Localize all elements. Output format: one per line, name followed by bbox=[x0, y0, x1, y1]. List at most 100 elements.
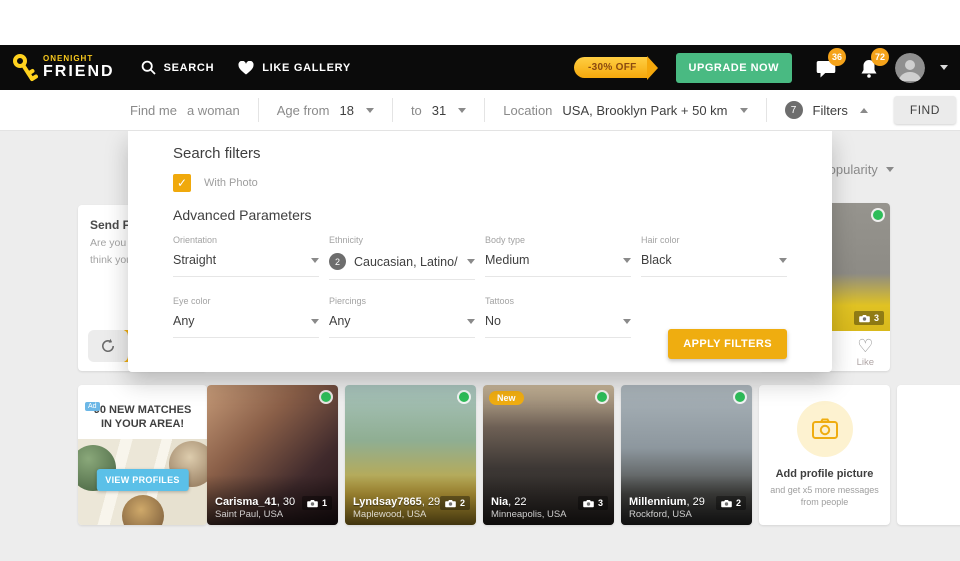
filter-grid: Orientation Straight Ethnicity 2Caucasia… bbox=[173, 235, 787, 338]
photo-count: 2 bbox=[460, 498, 465, 508]
divider bbox=[392, 98, 393, 122]
chevron-down-icon bbox=[886, 167, 894, 172]
divider bbox=[484, 98, 485, 122]
discount-badge[interactable]: -30% OFF bbox=[574, 57, 647, 78]
location-selector[interactable]: Location USA, Brooklyn Park + 50 km bbox=[503, 103, 747, 118]
filters-toggle[interactable]: 7 Filters bbox=[785, 101, 868, 119]
location-label: Location bbox=[503, 103, 552, 118]
chevron-up-icon bbox=[860, 108, 868, 113]
site-logo[interactable]: ONENIGHT FRIEND bbox=[12, 53, 115, 83]
find-button[interactable]: FIND bbox=[894, 96, 956, 124]
camera-icon bbox=[307, 499, 318, 508]
with-photo-checkbox-row[interactable]: ✓ With Photo bbox=[173, 174, 787, 192]
checkbox-checked[interactable]: ✓ bbox=[173, 174, 191, 192]
partial-card bbox=[897, 385, 960, 525]
profile-name: Millennium29 bbox=[629, 496, 705, 508]
age-from-value: 18 bbox=[339, 103, 353, 118]
apply-filters-button[interactable]: APPLY FILTERS bbox=[668, 329, 787, 359]
filter-value: Straight bbox=[173, 253, 303, 267]
add-photo-title: Add profile picture bbox=[759, 468, 890, 480]
filter-value: Medium bbox=[485, 253, 615, 267]
filter-orientation[interactable]: Orientation Straight bbox=[173, 235, 319, 280]
nav-search-link[interactable]: SEARCH bbox=[141, 60, 215, 75]
profile-location: Minneapolis, USA bbox=[491, 509, 567, 520]
search-filters-panel: Search filters ✓ With Photo Advanced Par… bbox=[128, 131, 832, 372]
view-profiles-button[interactable]: VIEW PROFILES bbox=[96, 469, 188, 491]
filter-label: Piercings bbox=[329, 296, 475, 306]
add-profile-picture-card[interactable]: Add profile picture and get x5 more mess… bbox=[759, 385, 890, 525]
location-value: USA, Brooklyn Park + 50 km bbox=[562, 103, 727, 118]
profile-card[interactable]: Lyndsay786529 Maplewood, USA 2 bbox=[345, 385, 476, 525]
like-label: Like bbox=[857, 357, 874, 368]
age-from-selector[interactable]: Age from 18 bbox=[277, 103, 374, 118]
profile-name: Nia22 bbox=[491, 496, 527, 508]
photo-count-badge: 3 bbox=[578, 496, 608, 510]
age-to-selector[interactable]: to 31 bbox=[411, 103, 466, 118]
notifications-count-badge: 72 bbox=[871, 48, 889, 66]
photo-count-badge: 2 bbox=[440, 496, 470, 510]
add-photo-subtitle: and get x5 more messages from people bbox=[759, 484, 890, 508]
filter-body-type[interactable]: Body type Medium bbox=[485, 235, 631, 280]
photo-count-badge: 3 bbox=[854, 311, 884, 325]
profile-card[interactable]: New Nia22 Minneapolis, USA 3 bbox=[483, 385, 614, 525]
filter-value: Caucasian, Latino/ Hi... bbox=[354, 255, 459, 269]
camera-icon bbox=[721, 499, 732, 508]
profile-age: 30 bbox=[277, 496, 295, 508]
refresh-button[interactable] bbox=[88, 330, 128, 362]
chevron-down-icon bbox=[779, 258, 787, 263]
camera-icon bbox=[811, 417, 839, 441]
profile-card[interactable]: Carisma_4130 Saint Paul, USA 1 bbox=[207, 385, 338, 525]
chevron-down-icon bbox=[623, 258, 631, 263]
filter-label: Orientation bbox=[173, 235, 319, 245]
find-me-label: Find me bbox=[130, 103, 177, 118]
with-photo-label: With Photo bbox=[204, 177, 258, 189]
logo-line1: ONENIGHT bbox=[43, 55, 115, 63]
age-to-value: 31 bbox=[432, 103, 446, 118]
filter-value: Black bbox=[641, 253, 771, 267]
nav-search-label: SEARCH bbox=[164, 62, 215, 74]
camera-icon bbox=[445, 499, 456, 508]
profile-card[interactable]: Millennium29 Rockford, USA 2 bbox=[621, 385, 752, 525]
advanced-parameters-title: Advanced Parameters bbox=[173, 207, 787, 223]
age-to-label: to bbox=[411, 103, 422, 118]
page: Popularity Send Flir Are you a think you… bbox=[0, 0, 960, 561]
search-bar: Find me a woman Age from 18 to 31 Locati… bbox=[0, 90, 960, 131]
messages-button[interactable]: 36 bbox=[815, 57, 837, 79]
divider bbox=[258, 98, 259, 122]
filter-value: Any bbox=[173, 314, 303, 328]
profile-age: 29 bbox=[686, 496, 704, 508]
chevron-down-icon bbox=[311, 258, 319, 263]
online-status-dot bbox=[873, 210, 883, 220]
filter-eye-color[interactable]: Eye color Any bbox=[173, 296, 319, 338]
online-status-dot bbox=[459, 392, 469, 402]
camera-icon bbox=[583, 499, 594, 508]
nav-right-group: -30% OFF UPGRADE NOW 36 72 bbox=[574, 53, 948, 83]
nav-gallery-label: LIKE GALLERY bbox=[262, 62, 351, 74]
like-button[interactable]: ♡ Like bbox=[857, 338, 874, 368]
find-me-value: a woman bbox=[187, 103, 240, 118]
online-status-dot bbox=[735, 392, 745, 402]
age-from-label: Age from bbox=[277, 103, 330, 118]
find-me-selector[interactable]: Find me a woman bbox=[130, 103, 240, 118]
logo-line2: FRIEND bbox=[43, 64, 115, 80]
profile-age: 22 bbox=[508, 496, 526, 508]
top-navbar: ONENIGHT FRIEND SEARCH LIKE GALLERY -30%… bbox=[0, 45, 960, 90]
camera-circle bbox=[797, 401, 853, 457]
avatar-silhouette-icon bbox=[895, 53, 925, 83]
filter-piercings[interactable]: Piercings Any bbox=[329, 296, 475, 338]
notifications-button[interactable]: 72 bbox=[858, 57, 880, 79]
user-avatar[interactable] bbox=[895, 53, 925, 83]
logo-text: ONENIGHT FRIEND bbox=[43, 55, 115, 80]
matches-ad-card[interactable]: Ad 90 NEW MATCHES IN YOUR AREA! VIEW PRO… bbox=[78, 385, 207, 525]
filter-label: Hair color bbox=[641, 235, 787, 245]
filter-ethnicity[interactable]: Ethnicity 2Caucasian, Latino/ Hi... bbox=[329, 235, 475, 280]
heart-outline-icon: ♡ bbox=[857, 338, 874, 356]
camera-icon bbox=[859, 314, 870, 323]
photo-count-badge: 1 bbox=[302, 496, 332, 510]
upgrade-now-button[interactable]: UPGRADE NOW bbox=[676, 53, 792, 83]
nav-like-gallery-link[interactable]: LIKE GALLERY bbox=[238, 61, 351, 75]
selected-count-badge: 2 bbox=[329, 253, 346, 270]
filter-tattoos[interactable]: Tattoos No bbox=[485, 296, 631, 338]
account-menu-caret[interactable] bbox=[940, 65, 948, 70]
filter-hair-color[interactable]: Hair color Black bbox=[641, 235, 787, 280]
